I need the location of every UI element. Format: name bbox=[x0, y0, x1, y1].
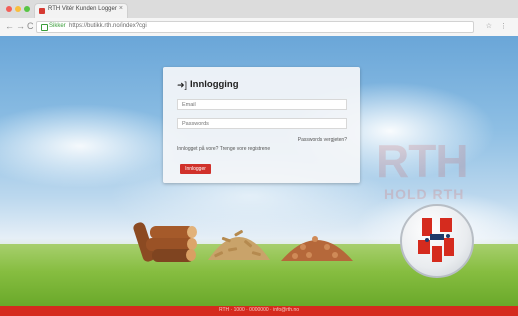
favicon-icon bbox=[39, 8, 45, 14]
reload-button[interactable]: C bbox=[27, 21, 34, 31]
password-field[interactable] bbox=[177, 118, 347, 129]
browser-chrome: RTH Vitér Kunden Logger × ← → C Sikker h… bbox=[0, 0, 518, 36]
footer-text: RTH · 1000 · 0000000 · info@rth.no bbox=[218, 307, 300, 313]
lock-icon bbox=[41, 24, 48, 31]
wood-chips-image bbox=[281, 236, 353, 261]
login-title: Innlogging bbox=[190, 79, 239, 90]
tab-close-icon[interactable]: × bbox=[119, 5, 123, 12]
tab-bar: RTH Vitér Kunden Logger × bbox=[0, 0, 518, 18]
brand-watermark: RTH bbox=[376, 135, 469, 187]
tab-title: RTH Vitér Kunden Logger bbox=[48, 6, 117, 12]
register-link[interactable]: Innlogget på vore? Trenge vore registren… bbox=[177, 146, 270, 152]
secure-label: Sikker bbox=[49, 23, 66, 29]
login-card: ➜] Innlogging Passwords vergjeten? Innlo… bbox=[163, 67, 360, 183]
url-text[interactable]: https://butikk.rth.no/index?cgi bbox=[69, 23, 147, 29]
footer-bar: RTH · 1000 · 0000000 · info@rth.no bbox=[0, 306, 518, 316]
brand-watermark-sub: HOLD RTH bbox=[384, 186, 465, 202]
forward-button[interactable]: → bbox=[16, 21, 25, 31]
window-minimize-button[interactable] bbox=[15, 6, 21, 12]
email-field[interactable] bbox=[177, 99, 347, 110]
browser-toolbar: ← → C Sikker https://butikk.rth.no/index… bbox=[0, 18, 518, 36]
toolbar-menu-icons[interactable]: ☆ ⋮ bbox=[486, 22, 510, 30]
browser-tab[interactable]: RTH Vitér Kunden Logger × bbox=[34, 3, 128, 18]
window-zoom-button[interactable] bbox=[24, 6, 30, 12]
window-close-button[interactable] bbox=[6, 6, 12, 12]
address-bar[interactable]: Sikker https://butikk.rth.no/index?cgi bbox=[36, 21, 474, 33]
brand-logo-icon bbox=[418, 218, 454, 262]
wood-pellets-image bbox=[208, 230, 270, 260]
back-button[interactable]: ← bbox=[5, 21, 14, 31]
firewood-logs-image bbox=[133, 222, 197, 262]
sign-in-icon: ➜] bbox=[177, 80, 188, 90]
forgot-password-link[interactable]: Passwords vergjeten? bbox=[298, 137, 347, 143]
login-button[interactable]: Innlogger bbox=[180, 164, 211, 174]
